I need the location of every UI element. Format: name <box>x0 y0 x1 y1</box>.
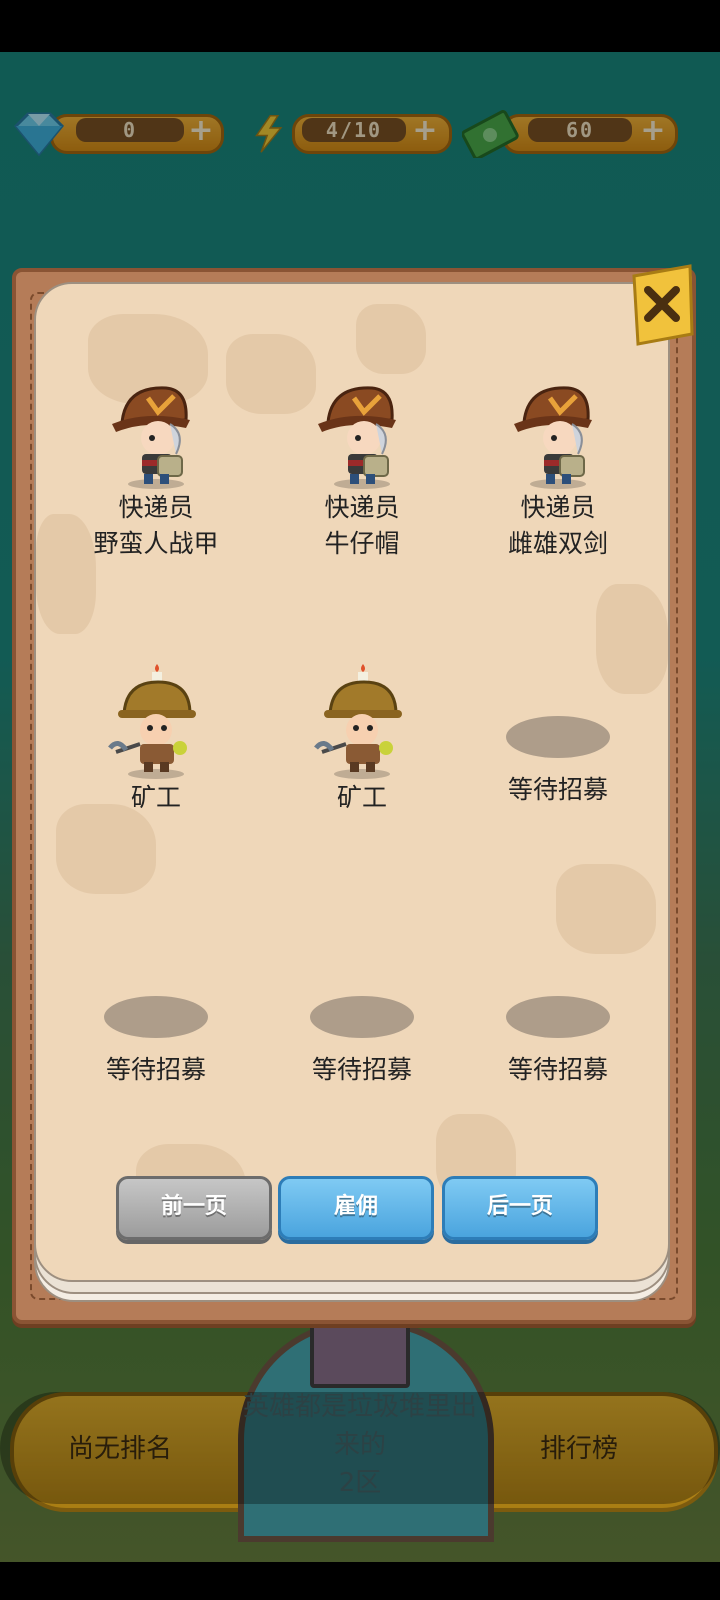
miner-icon <box>262 664 462 780</box>
hero-slot[interactable]: 等待招募 <box>56 996 256 1088</box>
hero-slot[interactable]: 等待招募 <box>458 996 658 1088</box>
hero-slot[interactable]: 等待招募 <box>458 716 658 808</box>
close-button[interactable] <box>628 262 696 348</box>
hero-skin: 雌雄双剑 <box>507 529 608 558</box>
hero-skin: 牛仔帽 <box>324 529 400 558</box>
hero-slot[interactable]: 快递员 牛仔帽 <box>262 380 462 562</box>
courier-icon <box>56 380 256 490</box>
courier-icon <box>458 380 658 490</box>
courier-icon <box>262 380 462 490</box>
miner-icon <box>56 664 256 780</box>
hero-slot[interactable]: 矿工 <box>56 664 256 816</box>
hero-name: 等待招募 <box>507 775 608 804</box>
hero-name: 矿工 <box>130 783 181 812</box>
hero-slot[interactable]: 矿工 <box>262 664 462 816</box>
empty-slot-shadow <box>56 996 256 1038</box>
avatar[interactable] <box>310 1316 410 1388</box>
empty-slot-shadow <box>458 716 658 758</box>
empty-slot-shadow <box>458 996 658 1038</box>
hero-name: 等待招募 <box>311 1055 412 1084</box>
hero-slot[interactable]: 快递员 雌雄双剑 <box>458 380 658 562</box>
hire-button[interactable]: 雇佣 <box>278 1176 434 1240</box>
hero-name: 等待招募 <box>105 1055 206 1084</box>
hero-skin: 野蛮人战甲 <box>93 529 219 558</box>
next-page-button[interactable]: 后一页 <box>442 1176 598 1240</box>
hero-name: 等待招募 <box>507 1055 608 1084</box>
hero-name: 快递员 <box>118 493 194 522</box>
hero-slot[interactable]: 等待招募 <box>262 996 462 1088</box>
hero-name: 快递员 <box>324 493 400 522</box>
hero-name: 矿工 <box>336 783 387 812</box>
hero-name: 快递员 <box>520 493 596 522</box>
hero-slot[interactable]: 快递员 野蛮人战甲 <box>56 380 256 562</box>
empty-slot-shadow <box>262 996 462 1038</box>
bottom-dim <box>0 1392 720 1504</box>
prev-page-button[interactable]: 前一页 <box>116 1176 272 1240</box>
